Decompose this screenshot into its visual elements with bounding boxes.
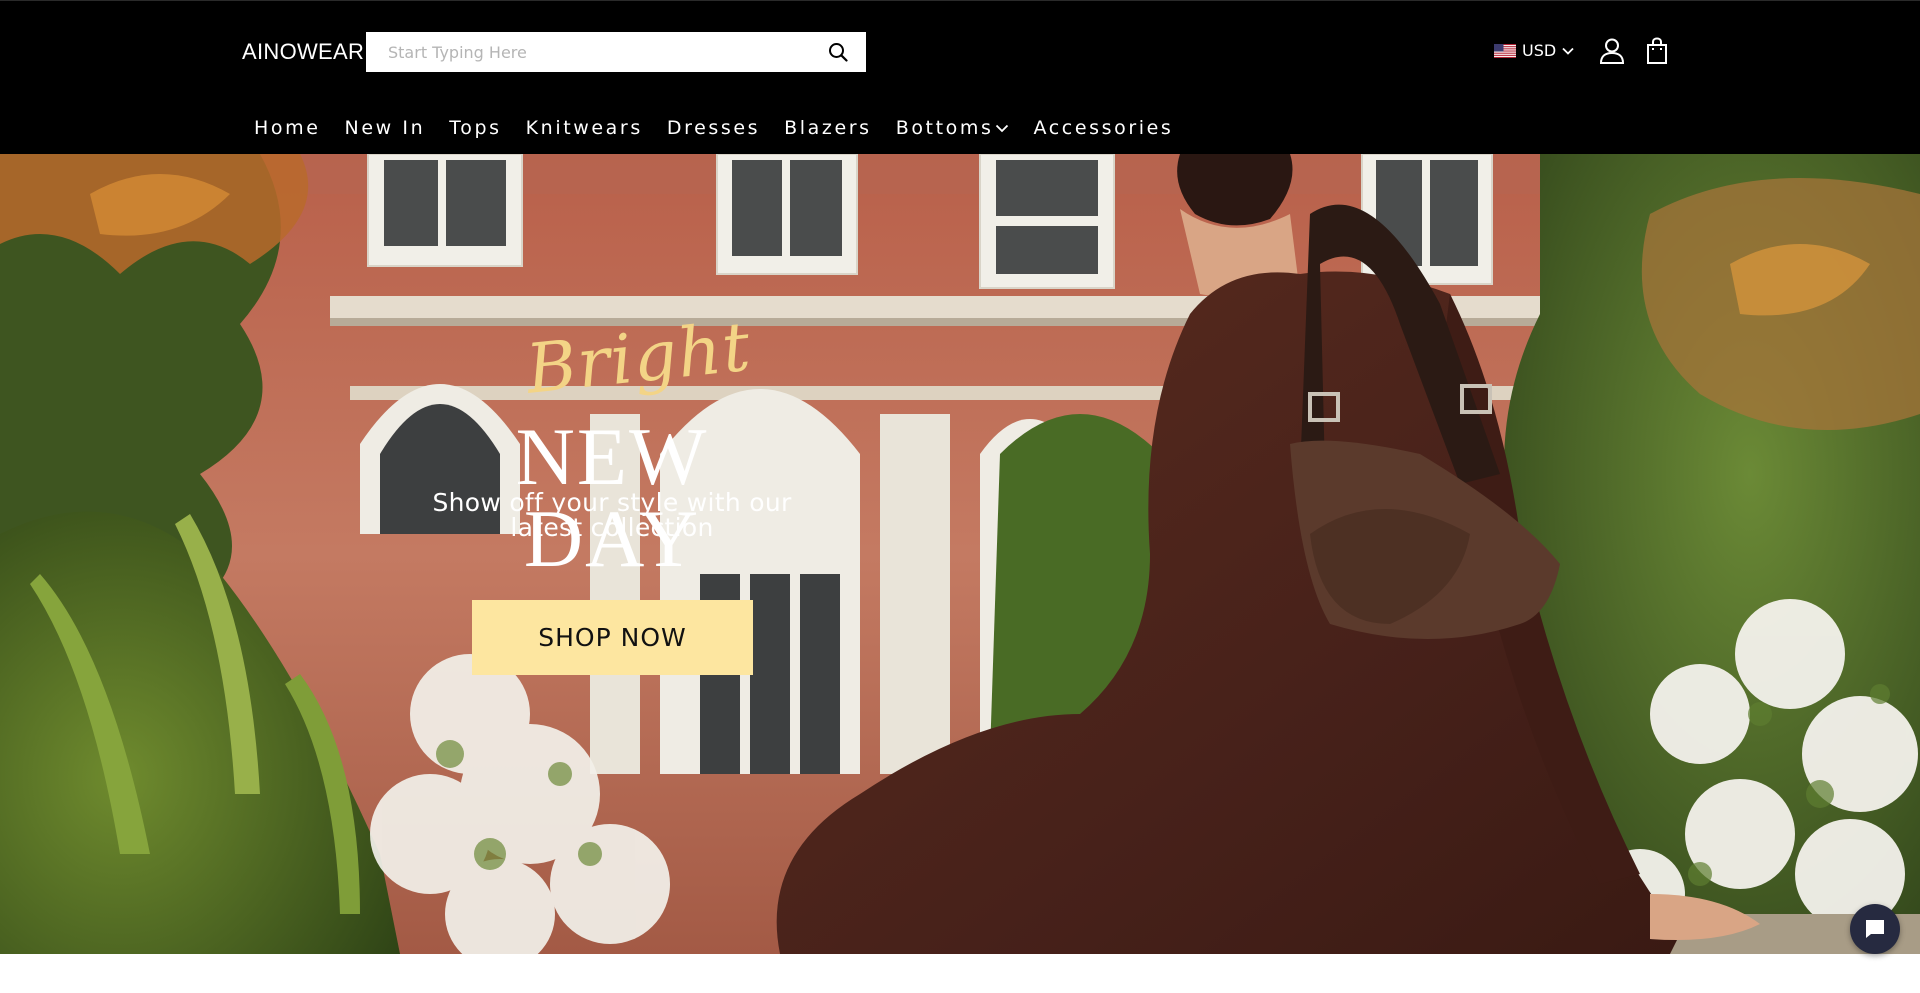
shopping-bag-icon [1647,37,1667,64]
nav-item-accessories[interactable]: Accessories [1033,117,1173,139]
cart-button[interactable] [1644,37,1670,65]
nav-label: Blazers [784,117,872,139]
currency-label: USD [1522,41,1557,60]
chat-icon [1866,920,1884,938]
nav-label: Accessories [1033,117,1174,139]
nav-label: Home [254,117,321,139]
account-button[interactable] [1598,37,1626,65]
hero-subtitle: Show off your style with our latest coll… [412,490,812,540]
shop-now-button[interactable]: SHOP NOW [472,600,753,675]
hero-content: Bright NEW DAY Show off your style with … [0,154,1920,954]
nav-label: Knitwears [525,117,643,139]
nav-item-tops[interactable]: Tops [449,117,501,139]
nav-label: Dresses [666,117,761,139]
nav-item-knitwears[interactable]: Knitwears [526,117,643,139]
chevron-down-icon [996,124,1009,132]
hero-subtitle-line-1: Show off your style with our [432,488,792,517]
chevron-down-icon [1562,47,1574,55]
nav-label: New In [344,117,426,139]
nav-item-new-in[interactable]: New In [345,117,426,139]
hero-subtitle-line-2: latest collection [510,513,714,542]
nav-item-bottoms[interactable]: Bottoms [896,117,1010,139]
nav-item-blazers[interactable]: Blazers [784,117,872,139]
site-header: AINOWEAR USD [0,0,1920,154]
search-button[interactable] [810,32,866,72]
search-icon [829,43,848,62]
nav-item-dresses[interactable]: Dresses [667,117,760,139]
hero-banner: Bright NEW DAY Show off your style with … [0,154,1920,954]
site-logo[interactable]: AINOWEAR [242,39,364,65]
search-input[interactable] [366,32,810,72]
search-bar [366,32,866,72]
user-icon [1599,38,1625,64]
nav-label: Tops [449,117,502,139]
main-navigation: Home New In Tops Knitwears Dresses Blaze… [242,117,1197,139]
nav-label: Bottoms [895,117,994,139]
currency-selector[interactable]: USD [1494,41,1574,60]
nav-item-home[interactable]: Home [254,117,321,139]
chat-button[interactable] [1850,904,1900,954]
us-flag-icon [1494,43,1516,58]
